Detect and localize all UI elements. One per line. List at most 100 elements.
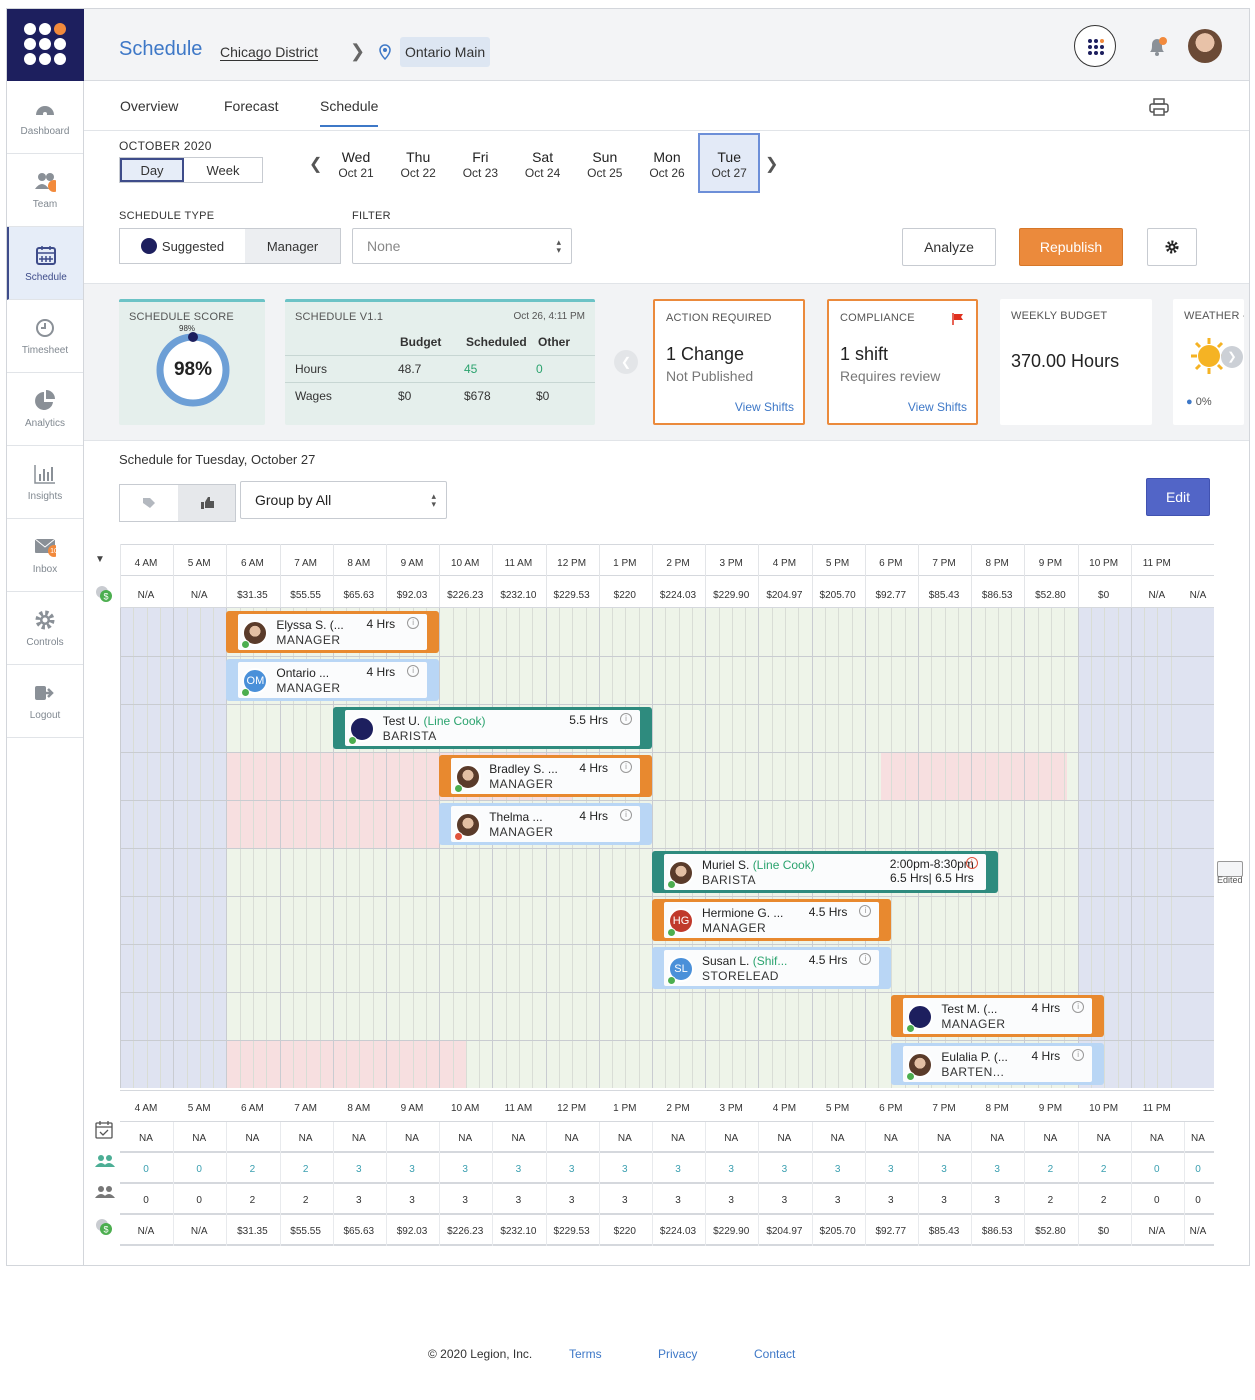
tab-forecast[interactable]: Forecast	[224, 98, 278, 114]
card-title: SCHEDULE V1.1	[295, 311, 384, 323]
sidebar-item-timesheet[interactable]: Timesheet	[7, 300, 83, 373]
sidebar-item-insights[interactable]: Insights	[7, 446, 83, 519]
cell-divider	[811, 1215, 813, 1246]
shift-block[interactable]: Eulalia P. (... BARTEN... 4 Hrs i	[891, 1043, 1105, 1085]
sidebar-item-controls[interactable]: Controls	[7, 592, 83, 665]
hour-label: 10 PM	[1089, 1103, 1119, 1114]
sidebar-item-schedule[interactable]: Schedule	[7, 227, 83, 300]
info-icon[interactable]: i	[965, 857, 978, 869]
day-mon[interactable]: Mon Oct 26	[636, 133, 698, 193]
district-link[interactable]: Chicago District	[220, 44, 319, 61]
avatar[interactable]	[1188, 29, 1222, 63]
info-icon[interactable]: i	[619, 809, 632, 821]
thumbs-up-icon[interactable]	[178, 485, 235, 521]
cards-prev-icon[interactable]: ❮	[614, 350, 638, 374]
location-chip[interactable]: Ontario Main	[400, 37, 491, 67]
hour-label: 5 PM	[825, 1103, 850, 1114]
app-logo[interactable]	[7, 9, 84, 81]
week-view-button[interactable]: Week	[184, 158, 262, 182]
schedule-type-label: SCHEDULE TYPE	[119, 210, 215, 222]
sidebar-item-inbox[interactable]: 10 Inbox	[7, 519, 83, 592]
tag-icon[interactable]	[120, 485, 178, 521]
cell-divider	[1130, 1184, 1132, 1215]
group-by-select[interactable]: Group by All ▴ ▾	[240, 481, 447, 519]
suggested-button[interactable]: Suggested	[120, 229, 245, 263]
collapse-icon[interactable]: ▼	[95, 554, 105, 565]
tab-overview[interactable]: Overview	[120, 98, 178, 114]
day-name: Wed	[341, 149, 371, 165]
bell-icon[interactable]	[1146, 36, 1170, 63]
sidebar-item-label: Schedule	[25, 271, 67, 283]
shift-role: BARTEN...	[941, 1065, 1005, 1079]
weather-card[interactable]: WEATHER - ❯ ● 0%	[1173, 299, 1244, 425]
day-fri[interactable]: Fri Oct 23	[449, 133, 511, 193]
schedule-score-card[interactable]: SCHEDULE SCORE 98% 98%	[119, 299, 265, 425]
app-switcher-icon[interactable]	[1074, 25, 1116, 67]
prev-day-icon[interactable]: ❮	[309, 154, 322, 174]
manager-button[interactable]: Manager	[245, 229, 340, 263]
terms-link[interactable]: Terms	[569, 1347, 602, 1361]
day-sat[interactable]: Sat Oct 24	[512, 133, 574, 193]
cell-divider	[173, 1215, 175, 1246]
sidebar-item-team[interactable]: Team	[7, 154, 83, 227]
shift-block[interactable]: Muriel S. (Line Cook) BARISTA 2:00pm-8:30p…	[652, 851, 998, 893]
cell-divider	[439, 1122, 441, 1153]
sidebar-item-analytics[interactable]: Analytics	[7, 373, 83, 446]
contact-link[interactable]: Contact	[754, 1347, 795, 1361]
hour-label: 1 PM	[613, 1103, 637, 1114]
summary-cell: NA	[724, 1133, 739, 1144]
wage-cell: $229.53	[553, 590, 590, 601]
summary-cell: 3	[994, 1164, 1000, 1175]
sidebar-item-dashboard[interactable]: Dashboard	[7, 81, 83, 154]
day-wed[interactable]: Wed Oct 21	[325, 133, 387, 193]
cell-divider	[226, 1215, 228, 1246]
shift-block[interactable]: Thelma ... MANAGER 4 Hrs i	[439, 803, 652, 845]
weekly-budget-card[interactable]: WEEKLY BUDGET 370.00 Hours	[1000, 299, 1152, 425]
summary-cell: 0	[1154, 1195, 1160, 1206]
compliance-card[interactable]: COMPLIANCE 1 shift Requires review View …	[827, 299, 978, 425]
cards-next-icon[interactable]: ❯	[1221, 346, 1243, 368]
edit-button[interactable]: Edit	[1146, 478, 1210, 516]
settings-button[interactable]	[1147, 228, 1197, 266]
employee-name: Susan L.	[702, 954, 750, 968]
cell-divider	[173, 1153, 175, 1184]
cell-divider	[918, 1153, 919, 1184]
summary-cell: 3	[834, 1164, 841, 1175]
shift-block[interactable]: SL Susan L. (Shif... STORELEAD 4.5 Hrs i	[652, 947, 892, 989]
cell-divider	[386, 1122, 387, 1153]
shift-block[interactable]: Elyssa S. (... MANAGER 4 Hrs i	[226, 611, 440, 653]
version-col-header: Scheduled	[466, 335, 527, 349]
hour-label: 11 AM	[504, 558, 533, 569]
tab-schedule[interactable]: Schedule	[320, 98, 379, 127]
next-day-icon[interactable]: ❯	[765, 154, 778, 174]
hour-label: 9 AM	[400, 558, 424, 569]
info-icon[interactable]: i	[619, 713, 632, 725]
view-shifts-link[interactable]: View Shifts	[908, 400, 967, 414]
sidebar-item-logout[interactable]: Logout	[7, 665, 83, 738]
gear-icon	[1165, 240, 1179, 254]
shift-block[interactable]: Test M. (... MANAGER 4 Hrs i	[891, 995, 1105, 1037]
shift-block[interactable]: Bradley S. ... MANAGER 4 Hrs i	[439, 755, 652, 797]
shift-role: MANAGER	[276, 633, 341, 647]
version-cell: 45	[464, 362, 478, 376]
schedule-version-card[interactable]: SCHEDULE V1.1 Oct 26, 4:11 PM Budget Sche…	[285, 299, 595, 425]
day-view-button[interactable]: Day	[120, 158, 184, 182]
view-shifts-link[interactable]: View Shifts	[735, 400, 794, 414]
summary-cell: $86.53	[981, 1226, 1013, 1237]
shift-block[interactable]: HG Hermione G. ... MANAGER 4.5 Hrs i	[652, 899, 892, 941]
info-icon[interactable]: i	[619, 761, 632, 773]
day-thu[interactable]: Thu Oct 22	[387, 133, 449, 193]
day-tue[interactable]: Tue Oct 27	[698, 133, 761, 193]
republish-button[interactable]: Republish	[1019, 228, 1123, 266]
privacy-link[interactable]: Privacy	[658, 1347, 697, 1361]
employee-name: Hermione G. ...	[702, 906, 784, 920]
shift-block[interactable]: OM Ontario ... MANAGER 4 Hrs i	[226, 659, 440, 701]
analyze-button[interactable]: Analyze	[902, 228, 996, 266]
cell-divider	[971, 1184, 973, 1215]
day-sun[interactable]: Sun Oct 25	[574, 133, 636, 193]
print-icon[interactable]	[1149, 98, 1169, 121]
shift-block[interactable]: Test U. (Line Cook) BARISTA 5.5 Hrs i	[332, 707, 652, 749]
filter-select[interactable]: None ▴ ▾	[352, 228, 572, 264]
row-line	[120, 896, 1214, 897]
action-required-card[interactable]: ACTION REQUIRED 1 Change Not Published V…	[653, 299, 805, 425]
